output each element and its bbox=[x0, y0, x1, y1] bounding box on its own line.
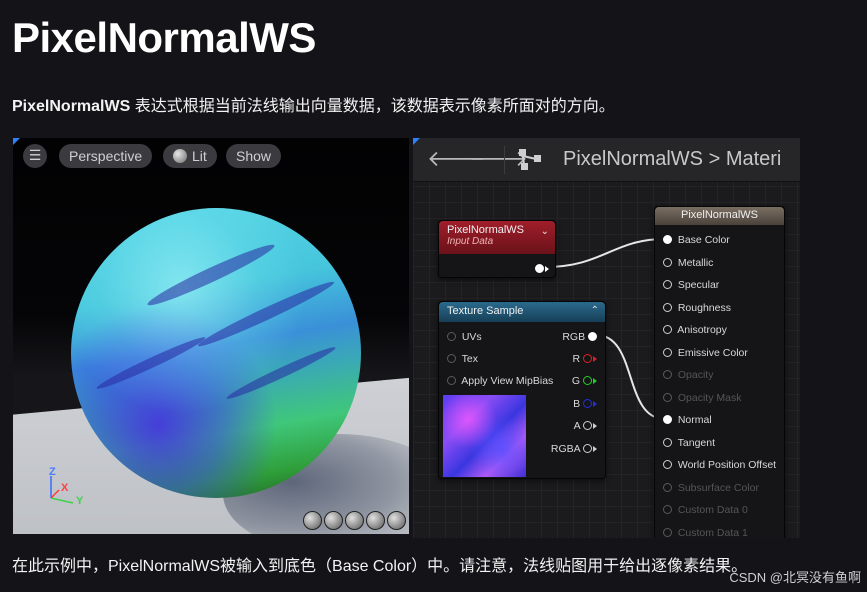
pin-circle bbox=[663, 437, 672, 447]
pin-label: Normal bbox=[677, 414, 712, 426]
pin-circle bbox=[663, 482, 672, 492]
rgb-output-pin[interactable]: RGB bbox=[562, 331, 597, 343]
viewport-menu-button[interactable]: ☰ bbox=[23, 144, 47, 168]
material-pin-world-position-offset[interactable]: World Position Offset bbox=[663, 459, 776, 471]
chevron-up-icon[interactable]: ⌃ bbox=[591, 305, 599, 316]
cylinder-preview-icon[interactable] bbox=[303, 511, 322, 530]
viewport-corner-marker bbox=[13, 138, 20, 145]
tex-input-pin[interactable]: Tex bbox=[447, 353, 478, 365]
pin-label: Opacity Mask bbox=[677, 391, 742, 404]
lit-label: Lit bbox=[192, 148, 207, 164]
lit-button[interactable]: Lit bbox=[163, 144, 217, 168]
pin-label: Metallic bbox=[677, 256, 714, 269]
gizmo-x-label: X bbox=[61, 482, 69, 494]
pin-label: Anisotropy bbox=[677, 324, 727, 336]
pin-label: Subsurface Color bbox=[677, 481, 759, 494]
pin-circle bbox=[663, 460, 672, 469]
material-pin-base-color[interactable]: Base Color bbox=[663, 234, 730, 246]
description-keyword: PixelNormalWS bbox=[12, 98, 131, 115]
pin-label: Custom Data 0 bbox=[677, 504, 748, 516]
material-pin-anisotropy[interactable]: Anisotropy bbox=[663, 324, 727, 336]
cube-preview-icon[interactable] bbox=[366, 511, 385, 530]
material-pin-emissive-color[interactable]: Emissive Color bbox=[663, 347, 748, 359]
show-button[interactable]: Show bbox=[226, 144, 282, 168]
rgba-output-pin[interactable]: RGBA bbox=[551, 443, 597, 455]
pin-label: Tangent bbox=[677, 436, 716, 449]
teapot-preview-icon[interactable] bbox=[387, 511, 406, 530]
r-output-pin[interactable]: R bbox=[572, 353, 597, 365]
watermark: CSDN @北冥没有鱼啊 bbox=[729, 570, 861, 585]
page-description: PixelNormalWS 表达式根据当前法线输出向量数据，该数据表示像素所面对… bbox=[12, 92, 615, 116]
uvs-input-pin[interactable]: UVs bbox=[447, 331, 482, 343]
mipbias-input-pin[interactable]: Apply View MipBias bbox=[447, 375, 553, 387]
material-pin-custom-data-0[interactable]: Custom Data 0 bbox=[663, 504, 748, 516]
g-output-pin[interactable]: G bbox=[572, 375, 597, 387]
pin-circle bbox=[663, 392, 672, 402]
material-graph-panel[interactable]: 🡐 🡒 PixelNormalWS > Materi PixelNormalWS… bbox=[413, 138, 800, 538]
pin-circle bbox=[663, 235, 672, 244]
pin-label: Base Color bbox=[677, 234, 730, 246]
material-pin-custom-data-1[interactable]: Custom Data 1 bbox=[663, 526, 748, 539]
pixelnormalws-input-node[interactable]: PixelNormalWS Input Data ⌄ bbox=[438, 220, 556, 278]
perspective-label: Perspective bbox=[69, 148, 143, 164]
plane-preview-icon[interactable] bbox=[345, 511, 364, 530]
show-label: Show bbox=[236, 148, 272, 164]
material-preview-viewport[interactable]: ☰ Perspective Lit Show Z X Y bbox=[13, 138, 409, 534]
pin-label: Emissive Color bbox=[677, 346, 748, 359]
material-pin-metallic[interactable]: Metallic bbox=[663, 257, 713, 269]
graph-corner-marker bbox=[413, 138, 420, 145]
gizmo-z-label: Z bbox=[49, 466, 56, 478]
texture-node-title: Texture Sample bbox=[447, 305, 524, 317]
perspective-button[interactable]: Perspective bbox=[59, 144, 153, 168]
lit-sphere-icon bbox=[173, 149, 187, 163]
pin-label: Specular bbox=[677, 279, 720, 291]
axis-gizmo: Z X Y bbox=[43, 466, 93, 518]
sphere-preview-icon[interactable] bbox=[324, 511, 343, 530]
texture-sample-node[interactable]: Texture Sample ⌃ UVs Tex Apply View MipB… bbox=[438, 301, 606, 479]
description-text: 表达式根据当前法线输出向量数据，该数据表示像素所面对的方向。 bbox=[130, 98, 615, 115]
material-pin-specular[interactable]: Specular bbox=[663, 279, 719, 291]
pin-circle bbox=[663, 280, 672, 289]
pin-circle bbox=[663, 302, 672, 312]
page-title: PixelNormalWS bbox=[12, 14, 316, 61]
pin-circle bbox=[663, 505, 672, 514]
b-output-pin[interactable]: B bbox=[573, 398, 597, 410]
gizmo-y-label: Y bbox=[76, 495, 84, 507]
pin-circle bbox=[663, 257, 672, 267]
pin-circle bbox=[663, 415, 672, 424]
input-node-title: PixelNormalWS bbox=[447, 224, 525, 236]
material-pin-tangent[interactable]: Tangent bbox=[663, 437, 715, 449]
pin-circle bbox=[663, 527, 672, 537]
pin-circle bbox=[663, 325, 672, 334]
pin-label: Roughness bbox=[677, 301, 731, 314]
material-pin-opacity-mask[interactable]: Opacity Mask bbox=[663, 392, 741, 404]
hamburger-icon: ☰ bbox=[28, 147, 42, 163]
input-node-output-pin[interactable] bbox=[535, 263, 549, 275]
a-output-pin[interactable]: A bbox=[574, 420, 597, 432]
texture-thumbnail bbox=[443, 395, 526, 477]
pin-label: World Position Offset bbox=[677, 459, 777, 471]
pin-circle bbox=[663, 370, 672, 379]
material-pin-opacity[interactable]: Opacity bbox=[663, 369, 713, 381]
page-caption: 在此示例中，PixelNormalWS被输入到底色（Base Color）中。请… bbox=[12, 558, 748, 575]
pin-label: Custom Data 1 bbox=[677, 526, 748, 539]
input-node-subtitle: Input Data bbox=[447, 236, 494, 247]
chevron-down-icon[interactable]: ⌄ bbox=[541, 226, 549, 237]
material-pin-normal[interactable]: Normal bbox=[663, 414, 712, 426]
preview-sphere bbox=[71, 208, 361, 498]
material-pin-roughness[interactable]: Roughness bbox=[663, 302, 731, 314]
preview-mesh-toolbar bbox=[303, 511, 406, 530]
material-node-title: PixelNormalWS bbox=[680, 209, 758, 221]
material-pin-subsurface-color[interactable]: Subsurface Color bbox=[663, 482, 759, 494]
material-result-node[interactable]: PixelNormalWS Base Color Metallic Specul… bbox=[654, 206, 785, 538]
pin-circle bbox=[663, 347, 672, 357]
pin-label: Opacity bbox=[677, 369, 714, 381]
